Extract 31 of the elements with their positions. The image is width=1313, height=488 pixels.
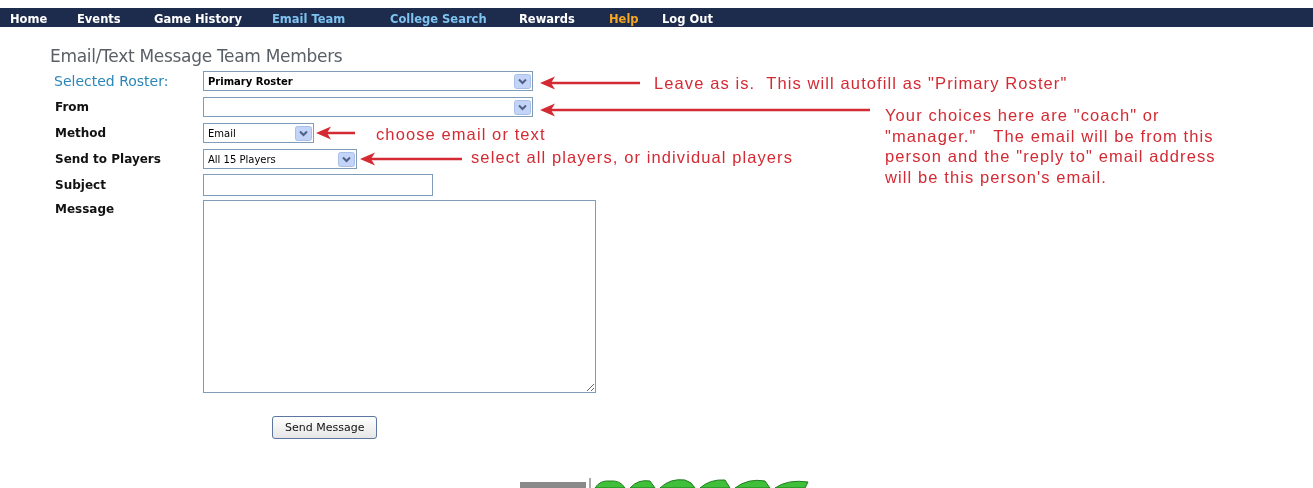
logo-icon: [520, 478, 810, 488]
field-label: Method: [54, 126, 108, 140]
dropdown-field[interactable]: Email: [203, 123, 314, 143]
nav-link[interactable]: Email Team: [272, 12, 346, 26]
annotation-text: Your choices here are "coach" or "manager." The email will be from this person and the "reply to" email address will be this person's email.: [885, 105, 1216, 187]
nav-link[interactable]: Help: [609, 12, 639, 26]
nav-link[interactable]: Game History: [154, 12, 242, 26]
field-label: Send to Players: [54, 152, 162, 166]
annotation-text: Leave as is. This will autofill as "Primary Roster": [654, 73, 1068, 94]
field-label: Subject: [54, 178, 107, 192]
nav-link[interactable]: Home: [10, 12, 48, 26]
nav-link[interactable]: College Search: [390, 12, 487, 26]
dropdown-field[interactable]: Primary Roster: [203, 71, 533, 91]
field-label: Message: [54, 201, 116, 216]
annotation-text: choose email or text: [376, 124, 546, 145]
arrow-icon: [540, 76, 640, 90]
page-heading: Email/Text Message Team Members: [50, 46, 344, 66]
nav-link[interactable]: Events: [77, 12, 121, 26]
field-label: Selected Roster:: [53, 73, 170, 89]
send-message-button[interactable]: Send Message: [272, 416, 378, 439]
message-field[interactable]: [203, 200, 596, 393]
arrow-icon: [316, 126, 355, 140]
nav-link[interactable]: Log Out: [662, 12, 713, 26]
dropdown-field[interactable]: [203, 97, 533, 117]
field-label: From: [54, 100, 91, 114]
nav-link[interactable]: Rewards: [519, 12, 575, 26]
arrow-icon: [360, 152, 462, 166]
dropdown-field[interactable]: All 15 Players: [203, 149, 357, 169]
annotation-text: select all players, or individual players: [471, 147, 794, 168]
subject-field[interactable]: [203, 174, 433, 196]
arrow-icon: [540, 103, 870, 117]
